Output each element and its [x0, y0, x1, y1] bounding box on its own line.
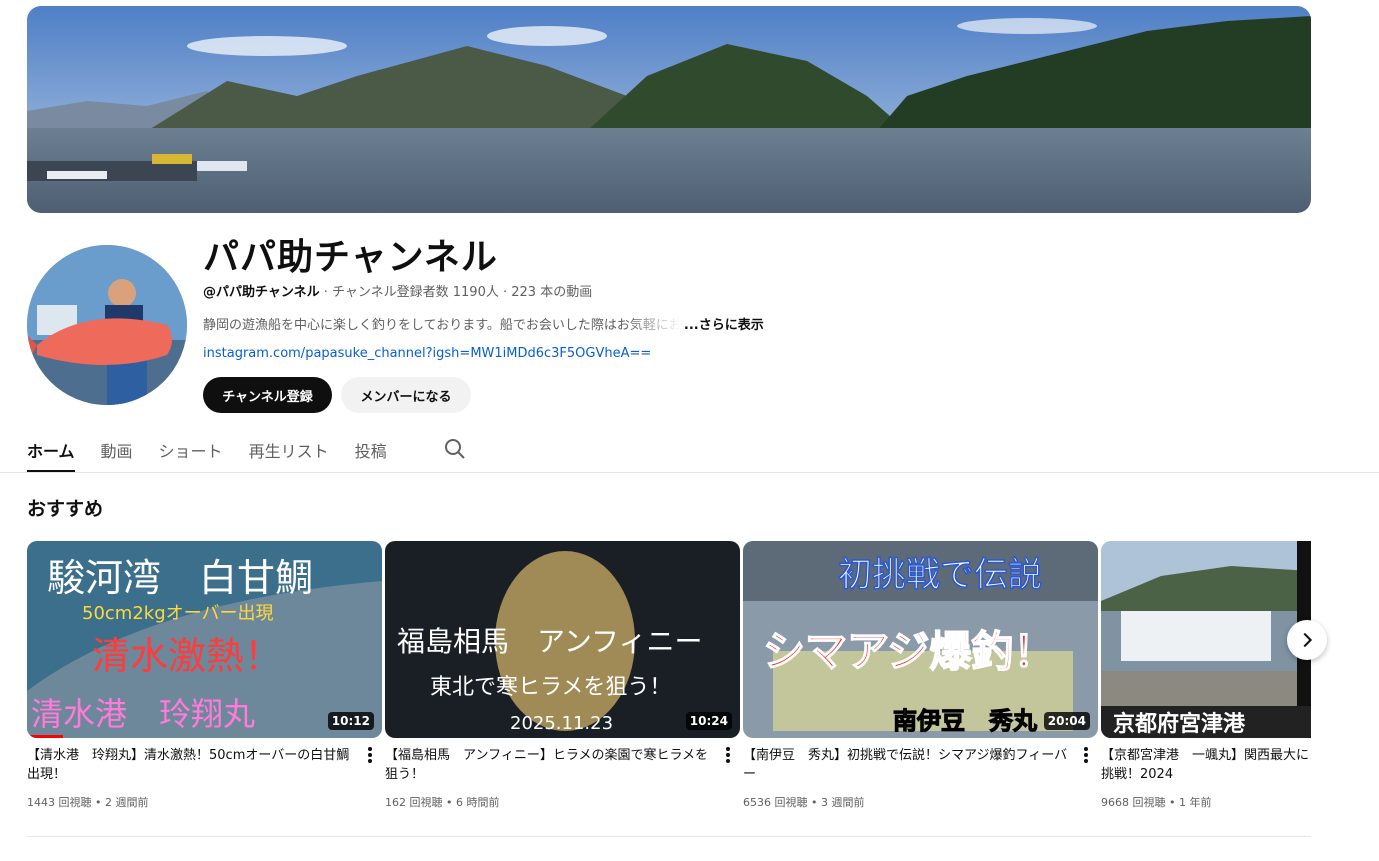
kebab-icon[interactable]	[362, 745, 378, 765]
channel-meta: @パパ助チャンネル · チャンネル登録者数 1190人 · 223 本の動画	[203, 281, 592, 300]
channel-stats: · チャンネル登録者数 1190人 · 223 本の動画	[319, 285, 593, 300]
tab-home[interactable]: ホーム	[27, 430, 75, 472]
video-duration: 20:04	[1043, 712, 1090, 730]
thumb-text: 50cm2kgオーバー出現	[82, 603, 273, 624]
watch-progress	[27, 735, 63, 738]
thumb-text: 南伊豆 秀丸	[893, 707, 1038, 735]
description-text: 静岡の遊漁船を中心に楽しく釣りをしております。船でお会いした際はお気軽にお	[203, 318, 682, 333]
thumb-text: 清水激熱！	[92, 634, 282, 678]
video-duration: 10:24	[685, 712, 732, 730]
video-thumbnail[interactable]: 京都府宮津港	[1101, 541, 1311, 738]
channel-name: パパ助チャンネル	[203, 237, 498, 278]
thumb-text: 東北で寒ヒラメを狙う！	[430, 675, 671, 700]
video-card[interactable]: 初挑戦で伝説 シマアジ爆釣！ 南伊豆 秀丸 20:04 【南伊豆 秀丸】初挑戦で…	[743, 541, 1098, 810]
subscribe-button[interactable]: チャンネル登録	[203, 377, 332, 413]
video-thumbnail[interactable]: 福島相馬 アンフィニー 東北で寒ヒラメを狙う！ 2025.11.23 10:24	[385, 541, 740, 738]
channel-avatar[interactable]	[27, 245, 187, 405]
search-icon[interactable]	[443, 437, 467, 461]
video-title[interactable]: 【南伊豆 秀丸】初挑戦で伝説！シマアジ爆釣フィーバー	[743, 746, 1073, 784]
tabs-divider	[0, 472, 1379, 473]
channel-handle: @パパ助チャンネル	[203, 285, 320, 300]
show-more-link[interactable]: ...さらに表示	[684, 314, 764, 333]
video-card[interactable]: 福島相馬 アンフィニー 東北で寒ヒラメを狙う！ 2025.11.23 10:24…	[385, 541, 740, 810]
channel-banner	[27, 6, 1311, 213]
thumb-text: 初挑戦で伝説	[838, 555, 1042, 595]
video-title[interactable]: 【福島相馬 アンフィニー】ヒラメの楽園で寒ヒラメを狙う！	[385, 746, 715, 784]
thumb-text: 清水港 玲翔丸	[31, 695, 255, 733]
section-title: おすすめ	[27, 498, 104, 520]
tab-posts[interactable]: 投稿	[355, 430, 387, 472]
carousel-next-button[interactable]	[1287, 620, 1327, 660]
video-thumbnail[interactable]: 初挑戦で伝説 シマアジ爆釣！ 南伊豆 秀丸 20:04	[743, 541, 1098, 738]
join-membership-button[interactable]: メンバーになる	[341, 377, 471, 413]
thumb-text: 2025.11.23	[510, 713, 613, 734]
thumb-text: 京都府宮津港	[1113, 711, 1246, 737]
video-meta: 6536 回視聴 • 3 週間前	[743, 796, 865, 809]
video-card[interactable]: 京都府宮津港 【京都宮津港 一颯丸】関西最大に挑戦！2024 9668 回視聴 …	[1101, 541, 1311, 810]
tab-playlists[interactable]: 再生リスト	[249, 430, 329, 472]
tab-videos[interactable]: 動画	[101, 430, 133, 472]
section-divider	[27, 836, 1311, 837]
thumb-text: 福島相馬 アンフィニー	[397, 625, 702, 658]
video-title[interactable]: 【京都宮津港 一颯丸】関西最大に挑戦！2024	[1101, 746, 1311, 784]
chevron-right-icon	[1303, 632, 1313, 648]
channel-tabs: ホーム 動画 ショート 再生リスト 投稿	[27, 430, 413, 472]
video-title[interactable]: 【清水港 玲翔丸】清水激熱！50cmオーバーの白甘鯛出現！	[27, 746, 357, 784]
video-thumbnail[interactable]: 駿河湾 白甘鯛 50cm2kgオーバー出現 清水激熱！ 清水港 玲翔丸 10:1…	[27, 541, 382, 738]
video-meta: 9668 回視聴 • 1 年前	[1101, 796, 1212, 809]
kebab-icon[interactable]	[1078, 745, 1094, 765]
video-card[interactable]: 駿河湾 白甘鯛 50cm2kgオーバー出現 清水激熱！ 清水港 玲翔丸 10:1…	[27, 541, 382, 810]
tab-shorts[interactable]: ショート	[159, 430, 223, 472]
kebab-icon[interactable]	[720, 745, 736, 765]
channel-external-link[interactable]: instagram.com/papasuke_channel?igsh=MW1i…	[203, 346, 651, 361]
thumb-text: 駿河湾 白甘鯛	[47, 556, 313, 600]
thumb-text: シマアジ爆釣！	[763, 627, 1055, 676]
video-meta: 1443 回視聴 • 2 週間前	[27, 796, 149, 809]
channel-description[interactable]: 静岡の遊漁船を中心に楽しく釣りをしております。船でお会いした際はお気軽にお...…	[203, 314, 764, 333]
video-meta: 162 回視聴 • 6 時間前	[385, 796, 500, 809]
video-duration: 10:12	[327, 712, 374, 730]
